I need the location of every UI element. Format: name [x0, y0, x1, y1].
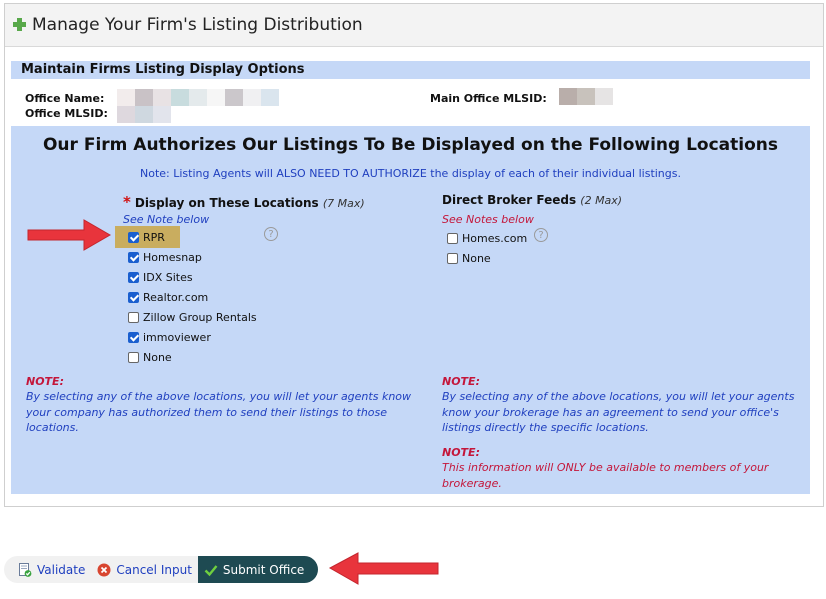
display-options-bar: Maintain Firms Listing Display Options — [11, 61, 810, 79]
main-office-mlsid-label: Main Office MLSID: — [430, 92, 547, 105]
right-note2-line-1: This information will ONLY be available … — [442, 461, 769, 474]
immoviewer-checkbox[interactable] — [128, 331, 139, 343]
office-name-label: Office Name: — [25, 92, 105, 105]
help-icon[interactable]: ? — [264, 227, 278, 241]
option-homesnap[interactable]: Homesnap — [128, 248, 202, 266]
right-note-line-2: know your brokerage has an agreement to … — [442, 405, 779, 419]
option-immoviewer[interactable]: immoviewer — [128, 328, 211, 346]
validate-button[interactable]: Validate — [4, 556, 92, 583]
homes-com-checkbox[interactable] — [447, 232, 458, 244]
arrow-left-icon — [328, 552, 439, 585]
rpr-checkbox[interactable] — [128, 231, 139, 243]
right-note-title: NOTE: — [442, 375, 480, 388]
rpr-label: RPR — [143, 230, 165, 244]
cancel-input-button[interactable]: Cancel Input — [91, 556, 198, 583]
left-note-title: NOTE: — [26, 375, 64, 388]
immoviewer-label: immoviewer — [143, 330, 211, 344]
plus-icon[interactable] — [13, 18, 26, 31]
left-note-line-2: your company has authorized them to send… — [26, 405, 388, 419]
realtor-com-checkbox[interactable] — [128, 291, 139, 303]
display-locations-title: Display on These Locations — [134, 196, 319, 210]
office-name-value-redacted — [117, 89, 279, 106]
authorization-heading: Our Firm Authorizes Our Listings To Be D… — [42, 135, 779, 155]
office-mlsid-value-redacted — [117, 106, 171, 123]
display-locations-max: (7 Max) — [322, 197, 365, 210]
arrow-right-icon — [27, 219, 112, 251]
direct-broker-feeds-heading: Direct Broker Feeds (2 Max) — [442, 193, 622, 207]
action-button-bar: Validate Cancel Input Submit Office — [4, 556, 319, 583]
zillow-group-rentals-checkbox[interactable] — [128, 311, 139, 323]
right-note2-text: This information will ONLY be available … — [442, 460, 768, 491]
homesnap-label: Homesnap — [143, 250, 202, 264]
authorization-area: Our Firm Authorizes Our Listings To Be D… — [11, 126, 810, 494]
direct-broker-feeds-title: Direct Broker Feeds — [442, 193, 577, 207]
panel-header: Manage Your Firm's Listing Distribution — [5, 4, 823, 47]
cancel-input-label: Cancel Input — [116, 562, 192, 577]
zillow-group-rentals-label: Zillow Group Rentals — [143, 310, 257, 324]
required-marker: * — [123, 193, 131, 211]
cancel-icon — [97, 563, 111, 576]
left-note-text: By selecting any of the above locations,… — [26, 389, 411, 436]
display-options-title: Maintain Firms Listing Display Options — [21, 62, 305, 77]
right-note-line-1: By selecting any of the above locations,… — [442, 390, 795, 403]
right-note2-line-2: brokerage. — [442, 476, 502, 490]
option-rpr[interactable]: RPR — [128, 228, 165, 246]
option-realtor-com[interactable]: Realtor.com — [128, 288, 208, 306]
right-note2-title: NOTE: — [442, 446, 480, 459]
authorization-note: Note: Listing Agents will ALSO NEED TO A… — [139, 167, 681, 180]
see-notes-link[interactable]: See Notes below — [442, 213, 534, 226]
none-right-label: None — [462, 251, 491, 265]
see-note-link[interactable]: See Note below — [123, 213, 209, 226]
panel-title: Manage Your Firm's Listing Distribution — [32, 15, 363, 35]
none-right-checkbox[interactable] — [447, 252, 458, 264]
homesnap-checkbox[interactable] — [128, 251, 139, 263]
option-zillow-group-rentals[interactable]: Zillow Group Rentals — [128, 308, 257, 326]
right-note-line-3: listings directly the specific locations… — [442, 421, 649, 434]
right-note-text: By selecting any of the above locations,… — [442, 389, 794, 436]
left-note-line-1: By selecting any of the above locations,… — [26, 390, 412, 403]
option-none-right[interactable]: None — [447, 249, 491, 267]
submit-office-button[interactable]: Submit Office — [197, 556, 319, 583]
idx-sites-label: IDX Sites — [143, 270, 193, 284]
direct-broker-feeds-max: (2 Max) — [580, 194, 623, 207]
none-left-label: None — [143, 350, 172, 364]
validate-label: Validate — [37, 562, 86, 577]
validate-icon — [19, 562, 32, 577]
left-note-line-3: locations. — [26, 421, 79, 434]
homes-com-help-icon[interactable]: ? — [534, 228, 548, 242]
idx-sites-checkbox[interactable] — [128, 271, 139, 283]
submit-office-label: Submit Office — [222, 562, 305, 577]
checkmark-icon — [204, 564, 218, 576]
option-none-left[interactable]: None — [128, 348, 172, 366]
none-left-checkbox[interactable] — [128, 351, 139, 363]
main-office-mlsid-value-redacted — [559, 88, 613, 105]
option-idx-sites[interactable]: IDX Sites — [128, 268, 193, 286]
homes-com-label: Homes.com — [462, 231, 528, 245]
office-mlsid-label: Office MLSID: — [25, 107, 108, 120]
option-homes-com[interactable]: Homes.com — [447, 229, 527, 247]
display-locations-heading: * Display on These Locations (7 Max) — [123, 193, 365, 211]
realtor-com-label: Realtor.com — [143, 290, 209, 304]
